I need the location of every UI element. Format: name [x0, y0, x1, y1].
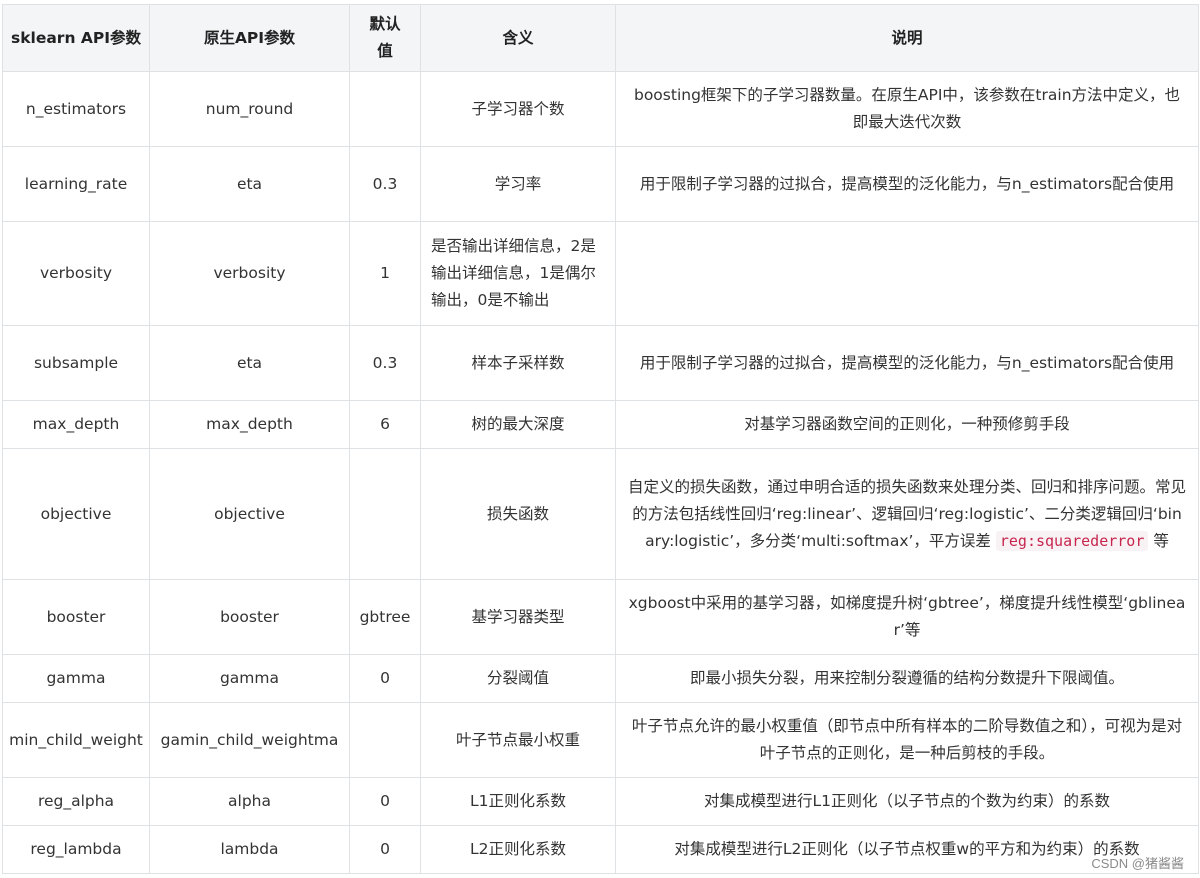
csdn-watermark: CSDN @猪酱酱: [1091, 856, 1184, 871]
cell-meaning: 学习率: [420, 146, 616, 222]
cell-sklearn: objective: [2, 448, 150, 580]
table-row: booster booster gbtree 基学习器类型 xgboost中采用…: [2, 579, 1199, 655]
cell-meaning: 分裂阈值: [420, 654, 616, 703]
cell-default: 0.3: [349, 325, 421, 401]
cell-native: alpha: [149, 777, 350, 826]
table-row: min_child_weight gamin_child_weightma 叶子…: [2, 702, 1199, 778]
cell-native: max_depth: [149, 400, 350, 449]
cell-native: lambda: [149, 825, 350, 874]
cell-sklearn: subsample: [2, 325, 150, 401]
cell-meaning: 是否输出详细信息，2是输出详细信息，1是偶尔输出，0是不输出: [420, 221, 616, 326]
cell-desc: boosting框架下的子学习器数量。在原生API中，该参数在train方法中定…: [615, 71, 1199, 147]
cell-default: 1: [349, 221, 421, 326]
cell-meaning: 样本子采样数: [420, 325, 616, 401]
cell-meaning: 损失函数: [420, 448, 616, 580]
cell-meaning: 树的最大深度: [420, 400, 616, 449]
table-row: objective objective 损失函数 自定义的损失函数，通过申明合适…: [2, 448, 1199, 580]
cell-desc: 用于限制子学习器的过拟合，提高模型的泛化能力，与n_estimators配合使用: [615, 146, 1199, 222]
cell-desc: [615, 221, 1199, 326]
header-desc: 说明: [615, 4, 1199, 72]
table-row: gamma gamma 0 分裂阈值 即最小损失分裂，用来控制分裂遵循的结构分数…: [2, 654, 1199, 703]
cell-desc: 叶子节点允许的最小权重值（即节点中所有样本的二阶导数值之和），可视为是对叶子节点…: [615, 702, 1199, 778]
cell-meaning: 叶子节点最小权重: [420, 702, 616, 778]
cell-default: [349, 702, 421, 778]
header-default: 默认值: [349, 4, 421, 72]
cell-native: gamin_child_weightma: [149, 702, 350, 778]
cell-sklearn: learning_rate: [2, 146, 150, 222]
cell-sklearn: max_depth: [2, 400, 150, 449]
cell-default: [349, 71, 421, 147]
cell-default: 0: [349, 777, 421, 826]
cell-sklearn: reg_alpha: [2, 777, 150, 826]
cell-default: 0.3: [349, 146, 421, 222]
header-meaning: 含义: [420, 4, 616, 72]
cell-sklearn: n_estimators: [2, 71, 150, 147]
table-row: reg_lambda lambda 0 L2正则化系数 对集成模型进行L2正则化…: [2, 825, 1199, 874]
cell-desc: 自定义的损失函数，通过申明合适的损失函数来处理分类、回归和排序问题。常见的方法包…: [615, 448, 1199, 580]
cell-native: objective: [149, 448, 350, 580]
cell-native: eta: [149, 325, 350, 401]
cell-default: [349, 448, 421, 580]
cell-native: gamma: [149, 654, 350, 703]
cell-meaning: L2正则化系数: [420, 825, 616, 874]
header-sklearn: sklearn API参数: [2, 4, 150, 72]
table-header: sklearn API参数 原生API参数 默认值 含义 说明: [2, 4, 1199, 72]
cell-default: 0: [349, 825, 421, 874]
header-native: 原生API参数: [149, 4, 350, 72]
cell-sklearn: reg_lambda: [2, 825, 150, 874]
cell-default: 0: [349, 654, 421, 703]
cell-native: booster: [149, 579, 350, 655]
cell-meaning: 子学习器个数: [420, 71, 616, 147]
table-row: n_estimators num_round 子学习器个数 boosting框架…: [2, 71, 1199, 147]
inline-code: reg:squarederror: [995, 530, 1149, 551]
cell-meaning: L1正则化系数: [420, 777, 616, 826]
cell-sklearn: gamma: [2, 654, 150, 703]
cell-native: eta: [149, 146, 350, 222]
cell-desc: 用于限制子学习器的过拟合，提高模型的泛化能力，与n_estimators配合使用: [615, 325, 1199, 401]
table-row: reg_alpha alpha 0 L1正则化系数 对集成模型进行L1正则化（以…: [2, 777, 1199, 826]
cell-sklearn: booster: [2, 579, 150, 655]
cell-desc: xgboost中采用的基学习器，如梯度提升树‘gbtree’，梯度提升线性模型‘…: [615, 579, 1199, 655]
cell-native: num_round: [149, 71, 350, 147]
cell-default: gbtree: [349, 579, 421, 655]
cell-sklearn: min_child_weight: [2, 702, 150, 778]
cell-native: verbosity: [149, 221, 350, 326]
cell-desc: 对集成模型进行L1正则化（以子节点的个数为约束）的系数: [615, 777, 1199, 826]
cell-sklearn: verbosity: [2, 221, 150, 326]
header-row: sklearn API参数 原生API参数 默认值 含义 说明: [2, 4, 1199, 72]
desc-suffix: 等: [1153, 531, 1169, 550]
cell-desc: 对基学习器函数空间的正则化，一种预修剪手段: [615, 400, 1199, 449]
cell-meaning: 基学习器类型: [420, 579, 616, 655]
table-row: subsample eta 0.3 样本子采样数 用于限制子学习器的过拟合，提高…: [2, 325, 1199, 401]
table-row: learning_rate eta 0.3 学习率 用于限制子学习器的过拟合，提…: [2, 146, 1199, 222]
table-body: n_estimators num_round 子学习器个数 boosting框架…: [2, 71, 1199, 874]
table-row: max_depth max_depth 6 树的最大深度 对基学习器函数空间的正…: [2, 400, 1199, 449]
xgboost-param-table: sklearn API参数 原生API参数 默认值 含义 说明 n_estima…: [2, 4, 1199, 874]
table-row: verbosity verbosity 1 是否输出详细信息，2是输出详细信息，…: [2, 221, 1199, 326]
cell-desc: 即最小损失分裂，用来控制分裂遵循的结构分数提升下限阈值。: [615, 654, 1199, 703]
cell-default: 6: [349, 400, 421, 449]
